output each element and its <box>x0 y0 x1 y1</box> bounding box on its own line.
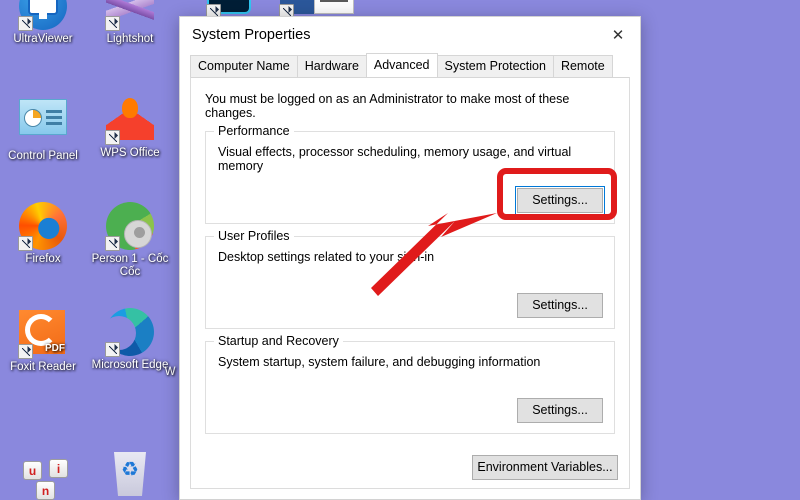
unikey-key-u: u <box>23 461 42 480</box>
user-profiles-settings-button[interactable]: Settings... <box>517 293 603 318</box>
desktop-icon-coccoc[interactable]: Person 1 - Cốc Cốc <box>87 202 173 279</box>
highlight-box-annotation <box>497 168 617 220</box>
desktop-icon-label: WPS Office <box>100 147 160 159</box>
tab-system-protection[interactable]: System Protection <box>436 55 554 77</box>
desktop-icon-control-panel[interactable]: Control Panel <box>0 93 86 163</box>
close-icon[interactable]: ✕ <box>596 17 640 53</box>
environment-variables-row: Environment Variables... <box>472 455 618 480</box>
shortcut-arrow-icon <box>18 344 33 359</box>
desktop-icon-firefox[interactable]: Firefox <box>0 202 86 266</box>
startup-recovery-settings-button[interactable]: Settings... <box>517 398 603 423</box>
lightshot-icon <box>105 0 154 31</box>
shortcut-arrow-icon <box>18 236 33 251</box>
tab-strip: Computer Name Hardware Advanced System P… <box>180 53 640 77</box>
firefox-icon <box>18 202 67 251</box>
desktop-icon-label: Foxit Reader <box>10 361 76 373</box>
group-legend: User Profiles <box>214 229 294 243</box>
foxit-reader-icon: PDF <box>18 310 67 359</box>
system-properties-dialog: System Properties ✕ Computer Name Hardwa… <box>179 16 641 500</box>
group-legend: Startup and Recovery <box>214 334 343 348</box>
tab-advanced[interactable]: Advanced <box>365 53 438 77</box>
group-legend: Performance <box>214 124 294 138</box>
ultraviewer-icon <box>18 0 67 31</box>
group-description: Desktop settings related to your sign-in <box>218 250 435 264</box>
desktop-icon-label: Firefox <box>25 253 61 265</box>
group-description: System startup, system failure, and debu… <box>218 355 541 369</box>
desktop-icon-lightshot[interactable]: Lightshot <box>87 0 173 46</box>
desktop-icon-label: UltraViewer <box>13 33 73 45</box>
desktop-icon-wps-office[interactable]: WPS Office <box>87 93 173 160</box>
user-profiles-button-row: Settings... <box>517 293 603 318</box>
desktop-icon-microsoft-edge[interactable]: Microsoft Edge <box>87 308 173 372</box>
dialog-title: System Properties <box>192 27 311 43</box>
shortcut-arrow-icon <box>105 130 120 145</box>
desktop-icon-ultraviewer[interactable]: UltraViewer <box>0 0 86 46</box>
shortcut-arrow-icon <box>105 16 120 31</box>
tab-computer-name[interactable]: Computer Name <box>190 55 298 77</box>
desktop-icon-foxit-reader[interactable]: PDF Foxit Reader <box>0 308 86 374</box>
desktop-icon-label: Lightshot <box>106 33 154 45</box>
tab-remote[interactable]: Remote <box>552 55 613 77</box>
shortcut-arrow-icon <box>18 16 33 31</box>
wps-office-icon <box>105 96 154 145</box>
dialog-titlebar: System Properties ✕ <box>180 17 640 53</box>
startup-recovery-button-row: Settings... <box>517 398 603 423</box>
environment-variables-button[interactable]: Environment Variables... <box>472 455 618 480</box>
recycle-bin-icon <box>106 452 154 500</box>
pdf-badge: PDF <box>45 343 65 354</box>
group-startup-recovery: Startup and Recovery System startup, sys… <box>205 334 615 434</box>
desktop-icon-label: Control Panel <box>8 150 78 162</box>
desktop: Ps W UltraViewer Lightshot <box>0 0 800 500</box>
tab-hardware[interactable]: Hardware <box>296 55 367 77</box>
unikey-icon: u i n <box>19 455 71 500</box>
shortcut-arrow-icon <box>105 342 120 357</box>
unikey-key-i: i <box>49 459 68 478</box>
tab-page-advanced: You must be logged on as an Administrato… <box>190 77 630 489</box>
administrator-note: You must be logged on as an Administrato… <box>205 92 570 120</box>
desktop-icon-label: Person 1 - Cốc Cốc <box>91 253 169 278</box>
microsoft-edge-icon <box>105 308 154 357</box>
coccoc-icon <box>105 202 154 251</box>
unikey-key-n: n <box>36 481 55 500</box>
desktop-icon-recycle-bin[interactable] <box>87 452 173 500</box>
group-user-profiles: User Profiles Desktop settings related t… <box>205 229 615 329</box>
control-panel-icon <box>19 99 67 147</box>
desktop-icon-unikey[interactable]: u i n <box>2 455 88 500</box>
shortcut-arrow-icon <box>105 236 120 251</box>
